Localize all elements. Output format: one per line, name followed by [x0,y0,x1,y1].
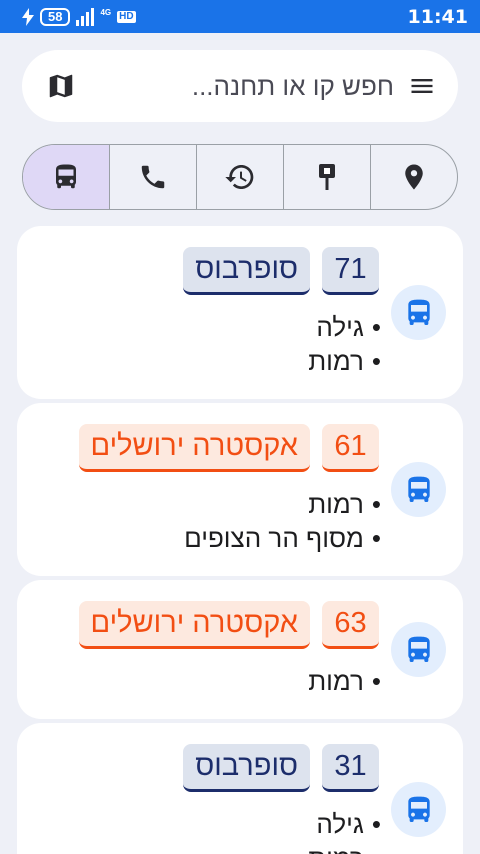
destination-item: גילה [316,314,381,340]
hd-badge: HD [117,10,136,23]
operator-badge: אקסטרה ירושלים [78,424,310,472]
destination-item: רמות [308,348,381,374]
tab-location[interactable] [370,145,457,209]
destination-item: רמות [308,845,381,854]
search-input[interactable]: חפש קו או תחנה... [90,71,394,102]
phone-icon [141,165,165,189]
line-card[interactable]: 71 סופרבוס גילה רמות [17,226,463,399]
bus-icon [403,474,435,506]
network-type: 4G [100,7,112,17]
line-number-badge: 31 [322,744,379,792]
line-header: 71 סופרבוס [183,247,379,295]
operator-badge: סופרבוס [183,744,310,792]
status-bar: 58 4G HD 11:41 [0,0,480,33]
bus-avatar [391,782,446,837]
bus-avatar [391,462,446,517]
history-icon [225,165,254,189]
tab-stop[interactable] [283,145,370,209]
bus-avatar [391,285,446,340]
line-card[interactable]: 63 אקסטרה ירושלים רמות [17,580,463,719]
filter-tabs [22,144,458,210]
bus-icon [51,162,81,192]
destination-item: רמות [308,668,381,694]
charging-icon [22,7,34,26]
map-icon[interactable] [46,71,76,101]
line-number-badge: 71 [322,247,379,295]
signal-icon [76,7,95,26]
line-header: 63 אקסטרה ירושלים [78,601,379,649]
line-number-badge: 63 [322,601,379,649]
line-header: 61 אקסטרה ירושלים [78,424,379,472]
bus-icon [403,634,435,666]
bus-stop-icon [319,164,335,190]
tab-phone[interactable] [109,145,196,209]
line-header: 31 סופרבוס [183,744,379,792]
search-bar[interactable]: חפש קו או תחנה... [22,50,458,122]
line-card[interactable]: 31 סופרבוס גילה רמות [17,723,463,854]
line-number-badge: 61 [322,424,379,472]
location-pin-icon [405,164,423,190]
line-card[interactable]: 61 אקסטרה ירושלים רמות מסוף הר הצופים [17,403,463,576]
bus-avatar [391,622,446,677]
tab-history[interactable] [196,145,283,209]
operator-badge: סופרבוס [183,247,310,295]
menu-icon[interactable] [408,72,436,100]
tab-bus[interactable] [23,145,109,209]
destination-item: מסוף הר הצופים [184,525,381,551]
clock: 11:41 [407,5,468,28]
battery-level: 58 [40,7,71,26]
destination-item: גילה [316,811,381,837]
bus-icon [403,297,435,329]
bus-icon [403,794,435,826]
status-icons: 58 4G HD [22,7,136,26]
destination-item: רמות [308,491,381,517]
operator-badge: אקסטרה ירושלים [78,601,310,649]
